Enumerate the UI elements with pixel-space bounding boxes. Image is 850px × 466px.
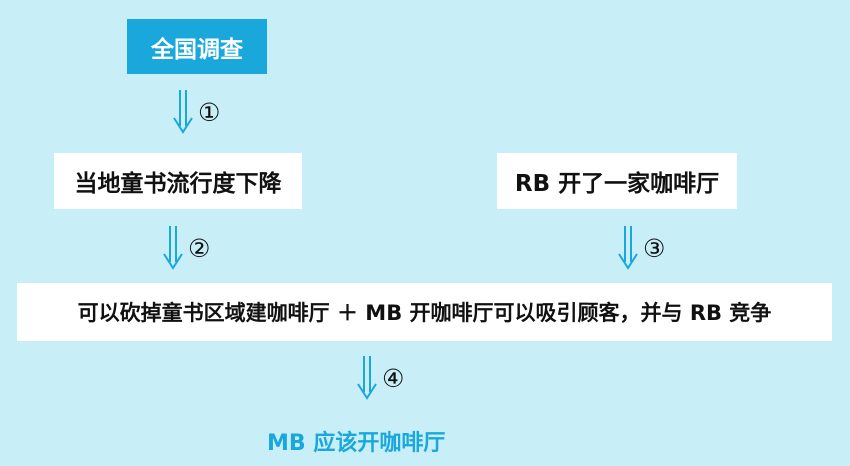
combined-label: 可以砍掉童书区域建咖啡厅 ＋ MB 开咖啡厅可以吸引顾客，并与 RB 竞争 xyxy=(77,301,772,325)
rb-cafe-label: RB 开了一家咖啡厅 xyxy=(514,171,720,197)
arrow-1: ① xyxy=(172,90,220,134)
survey-box: 全国调查 xyxy=(127,19,267,74)
survey-label: 全国调查 xyxy=(151,36,243,63)
arrow-3: ③ xyxy=(617,226,665,270)
step-number-3: ③ xyxy=(643,233,666,263)
double-down-arrow-icon xyxy=(618,226,638,270)
decline-box: 当地童书流行度下降 xyxy=(54,153,302,209)
arrow-4: ④ xyxy=(356,356,404,400)
step-number-2: ② xyxy=(188,233,211,263)
combined-box: 可以砍掉童书区域建咖啡厅 ＋ MB 开咖啡厅可以吸引顾客，并与 RB 竞争 xyxy=(17,283,832,341)
decline-label: 当地童书流行度下降 xyxy=(74,171,282,197)
rb-cafe-box: RB 开了一家咖啡厅 xyxy=(497,153,737,209)
step-number-4: ④ xyxy=(382,363,405,393)
double-down-arrow-icon xyxy=(163,226,183,270)
conclusion-text: MB 应该开咖啡厅 xyxy=(267,431,446,456)
double-down-arrow-icon xyxy=(173,90,193,134)
arrow-2: ② xyxy=(162,226,210,270)
double-down-arrow-icon xyxy=(357,356,377,400)
step-number-1: ① xyxy=(198,97,221,127)
